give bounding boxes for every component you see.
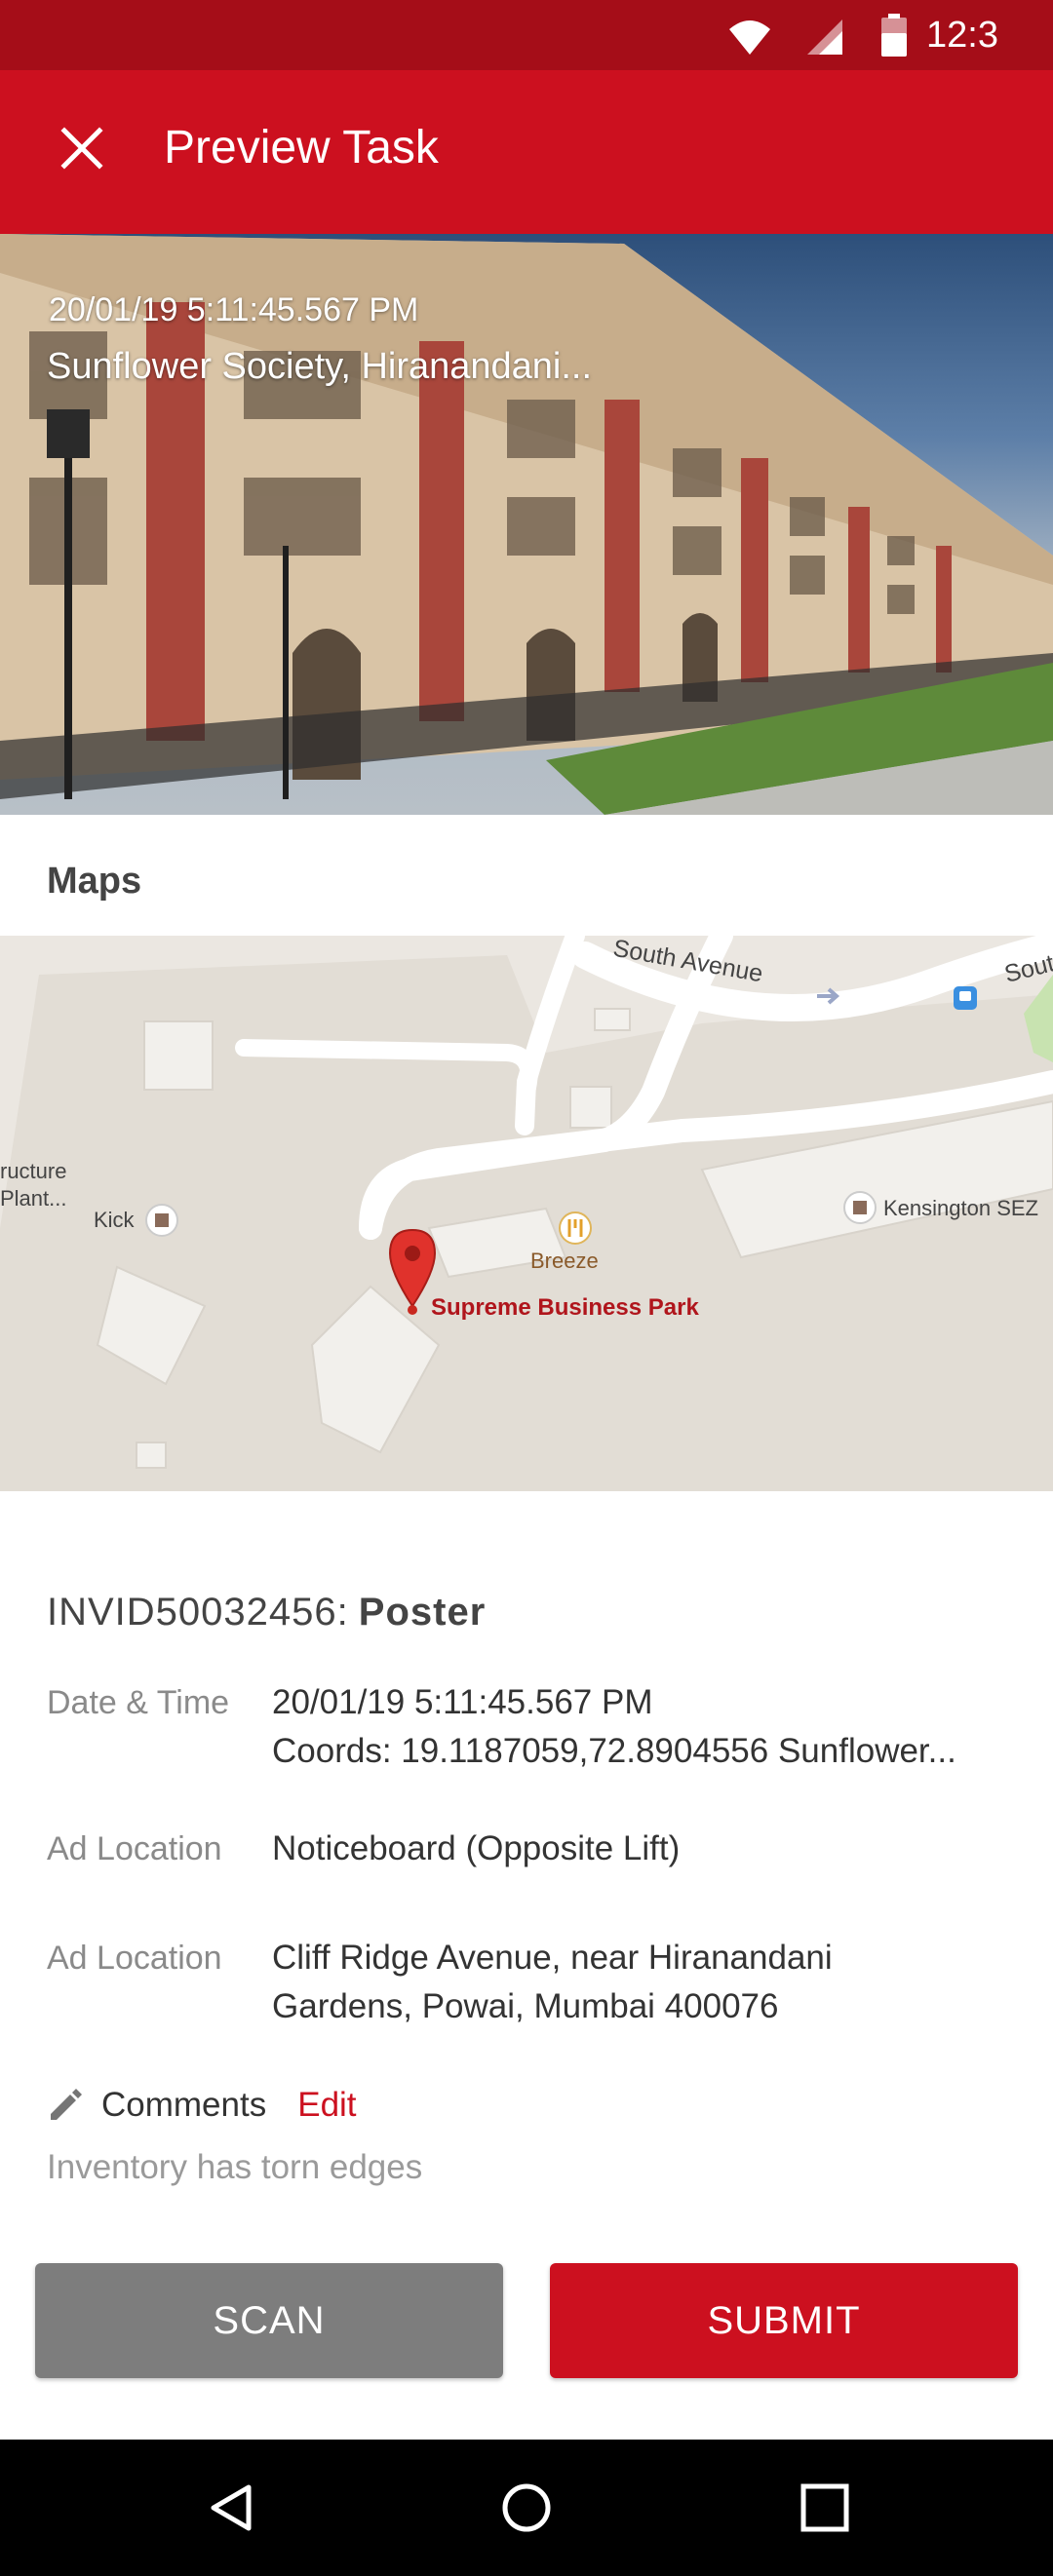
photo-location: Sunflower Society, Hiranandani... [47,346,593,387]
comments-label: Comments [101,2086,267,2124]
datetime-line1: 20/01/19 5:11:45.567 PM [272,1683,653,1721]
recents-square-icon [800,2483,849,2532]
wifi-icon [729,20,770,55]
map-label-kick: Kick [94,1208,135,1232]
ad-location-line1: Cliff Ridge Avenue, near Hiranandani [272,1939,833,1977]
map-label-structure-1: ructure [0,1159,67,1183]
ad-location-value-2: Cliff Ridge Avenue, near Hiranandani Gar… [272,1934,1013,2031]
ad-location-value: Noticeboard (Opposite Lift) [272,1829,681,1867]
cell-signal-icon [807,19,842,55]
nav-home-button[interactable] [488,2469,566,2547]
task-id: INVID50032456: [47,1591,349,1634]
photo-timestamp: 20/01/19 5:11:45.567 PM [49,291,419,328]
comment-text: Inventory has torn edges [47,2148,423,2186]
submit-button[interactable]: SUBMIT [550,2263,1018,2378]
ad-location-line2: Gardens, Powai, Mumbai 400076 [272,1987,779,2025]
map-label-breeze: Breeze [530,1249,599,1273]
scan-button[interactable]: SCAN [35,2263,503,2378]
maps-heading: Maps [47,861,142,902]
map-label-kensington: Kensington SEZ [883,1196,1038,1220]
map-label-structure-2: Plant... [0,1186,67,1211]
datetime-value: 20/01/19 5:11:45.567 PM Coords: 19.11870… [272,1678,1013,1776]
battery-icon [881,14,907,57]
datetime-line2: Coords: 19.1187059,72.8904556 Sunflower.… [272,1732,956,1770]
datetime-label: Date & Time [47,1684,230,1721]
pencil-icon [51,2089,82,2120]
close-button[interactable] [47,113,117,183]
edit-comment-link[interactable]: Edit [297,2086,356,2125]
nav-recents-button[interactable] [786,2469,864,2547]
location-map[interactable]: South Avenue Sout ructure Plant... Kick … [0,936,1053,1491]
location-photo: 20/01/19 5:11:45.567 PM Sunflower Societ… [0,234,1053,815]
task-id-row: INVID50032456: Poster [47,1587,486,1637]
ad-location-label: Ad Location [47,1830,222,1867]
page-title: Preview Task [164,122,439,173]
ad-location-label-2: Ad Location [47,1940,222,1977]
status-time: 12:3 [926,15,998,56]
system-nav-bar [0,2440,1053,2576]
task-kind: Poster [358,1591,487,1634]
map-label-supreme: Supreme Business Park [431,1294,699,1321]
close-icon [60,127,103,170]
app-bar: Preview Task [0,70,1053,234]
back-triangle-icon [211,2484,252,2531]
home-circle-icon [502,2483,551,2532]
nav-back-button[interactable] [193,2469,271,2547]
status-bar: 12:3 [0,0,1053,70]
comments-row: Comments Edit [47,2078,357,2133]
